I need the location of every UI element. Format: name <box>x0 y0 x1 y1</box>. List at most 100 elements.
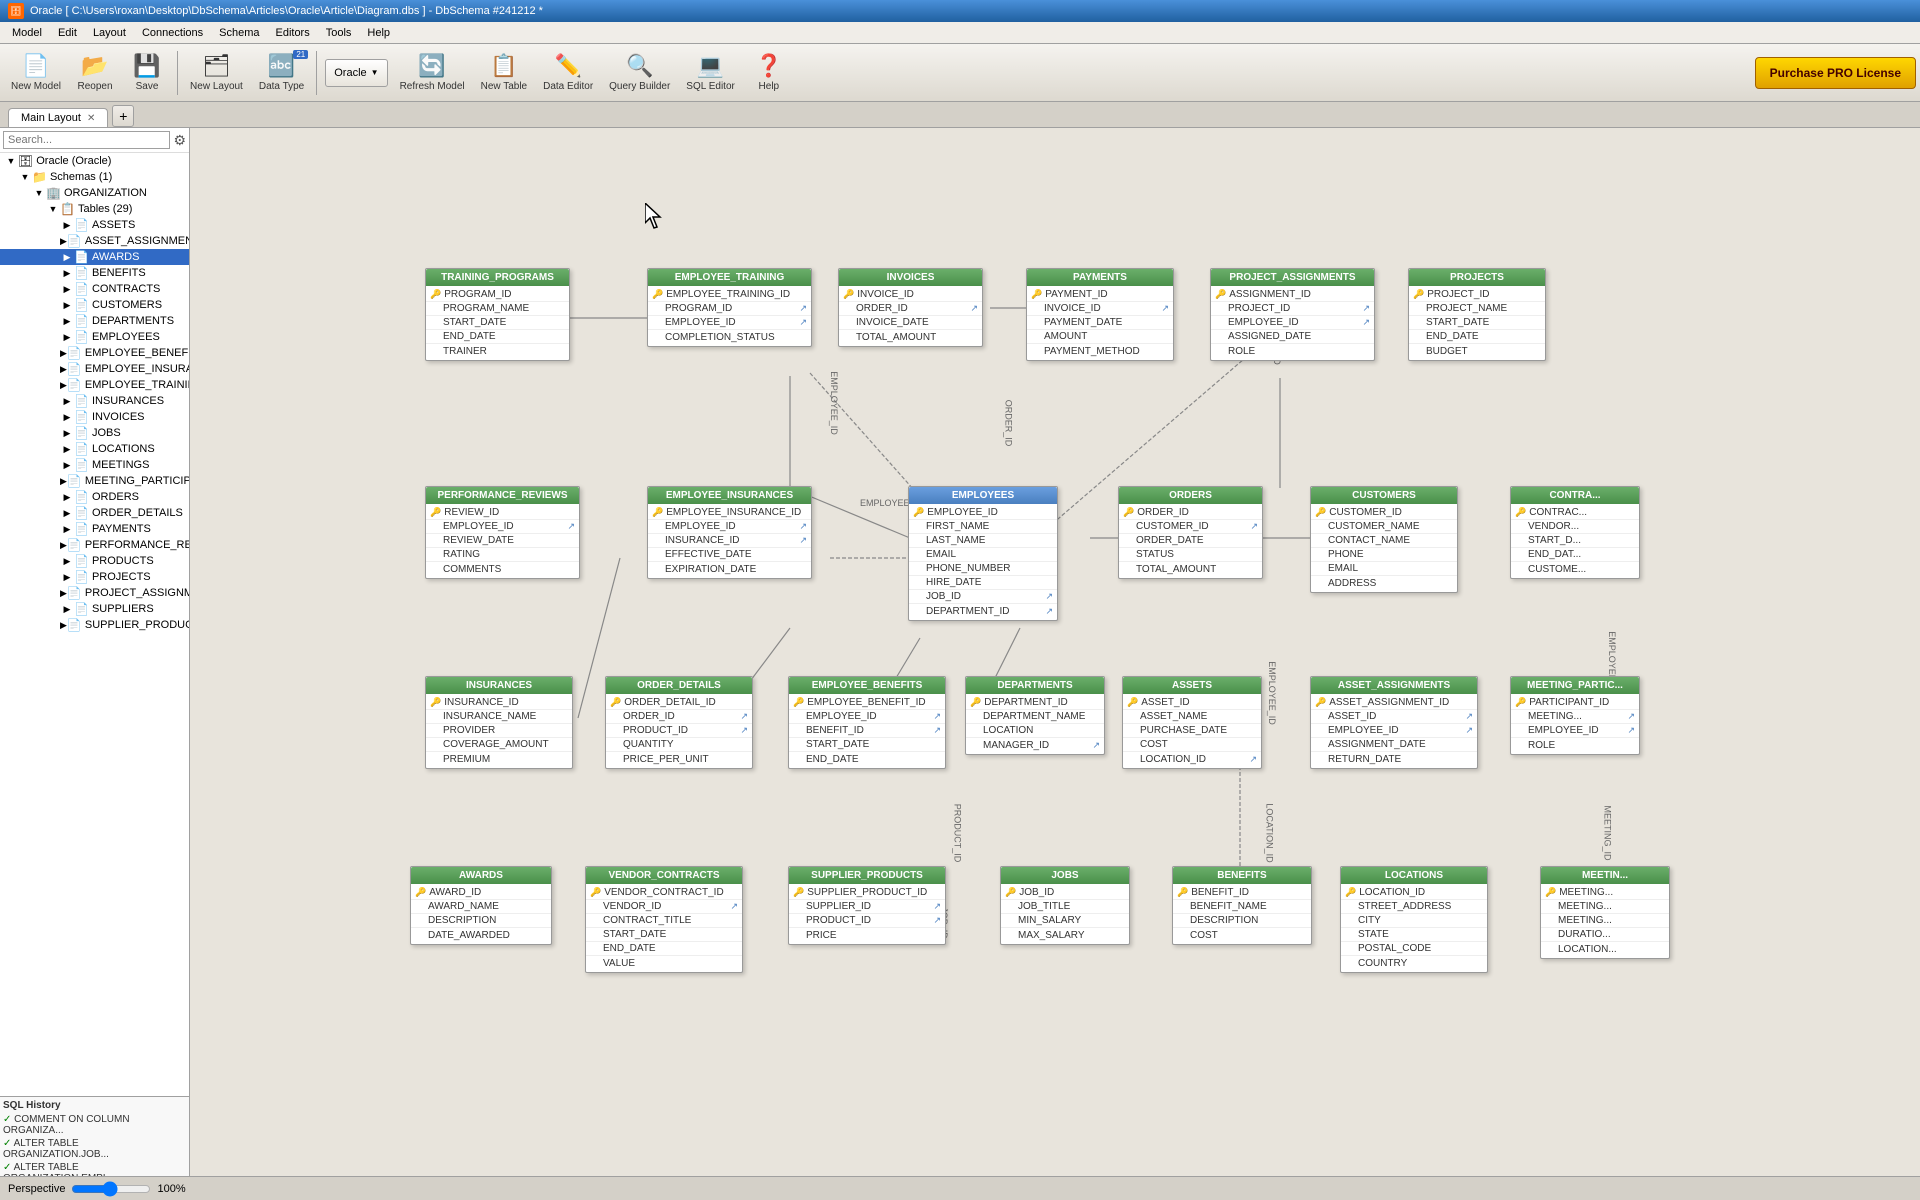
table-awards[interactable]: AWARDS 🔑AWARD_ID AWARD_NAME DESCRIPTION … <box>410 866 552 945</box>
sidebar-item-oracle[interactable]: ▼ 🗄 Oracle (Oracle) <box>0 153 189 169</box>
help-button[interactable]: ❓ Help <box>744 47 794 99</box>
table-project-assignments[interactable]: PROJECT_ASSIGNMENTS 🔑ASSIGNMENT_ID PROJE… <box>1210 268 1375 361</box>
table-benefits[interactable]: BENEFITS 🔑BENEFIT_ID BENEFIT_NAME DESCRI… <box>1172 866 1312 945</box>
sidebar-item-employee-training[interactable]: ▶ 📄 EMPLOYEE_TRAINING <box>0 377 189 393</box>
sidebar-item-schemas[interactable]: ▼ 📁 Schemas (1) <box>0 169 189 185</box>
table-locations[interactable]: LOCATIONS 🔑LOCATION_ID STREET_ADDRESS CI… <box>1340 866 1488 973</box>
table-icon: 📄 <box>74 250 89 264</box>
table-row: 🔑EMPLOYEE_TRAINING_ID <box>648 288 811 302</box>
diagram-canvas[interactable]: EMPLOYEE_ID ORDER_ID EMPLOYEE_ID EMPLOYE… <box>190 128 1920 1176</box>
sidebar-item-insurances[interactable]: ▶ 📄 INSURANCES <box>0 393 189 409</box>
new-table-button[interactable]: 📋 New Table <box>474 47 535 99</box>
menu-tools[interactable]: Tools <box>318 25 360 41</box>
table-vendor-contracts[interactable]: VENDOR_CONTRACTS 🔑VENDOR_CONTRACT_ID VEN… <box>585 866 743 973</box>
main-layout-tab[interactable]: Main Layout ✕ <box>8 108 108 127</box>
tab-close-button[interactable]: ✕ <box>87 113 95 124</box>
sidebar-item-asset-assignments[interactable]: ▶ 📄 ASSET_ASSIGNMENTS <box>0 233 189 249</box>
table-meetings[interactable]: MEETIN... 🔑MEETING... MEETING... MEETING… <box>1540 866 1670 959</box>
table-departments[interactable]: DEPARTMENTS 🔑DEPARTMENT_ID DEPARTMENT_NA… <box>965 676 1105 755</box>
table-body: 🔑EMPLOYEE_BENEFIT_ID EMPLOYEE_ID↗ BENEFI… <box>789 694 945 768</box>
sidebar-item-contracts[interactable]: ▶ 📄 CONTRACTS <box>0 281 189 297</box>
menu-layout[interactable]: Layout <box>85 25 134 41</box>
canvas-inner: EMPLOYEE_ID ORDER_ID EMPLOYEE_ID EMPLOYE… <box>190 128 1920 1176</box>
table-employee-benefits[interactable]: EMPLOYEE_BENEFITS 🔑EMPLOYEE_BENEFIT_ID E… <box>788 676 946 769</box>
sidebar-item-locations[interactable]: ▶ 📄 LOCATIONS <box>0 441 189 457</box>
menu-schema[interactable]: Schema <box>211 25 267 41</box>
new-layout-button[interactable]: 🗂 New Layout <box>183 47 250 99</box>
sidebar-item-benefits[interactable]: ▶ 📄 BENEFITS <box>0 265 189 281</box>
add-tab-button[interactable]: + <box>112 105 134 127</box>
table-invoices[interactable]: INVOICES 🔑INVOICE_ID ORDER_ID↗ INVOICE_D… <box>838 268 983 347</box>
table-order-details[interactable]: ORDER_DETAILS 🔑ORDER_DETAIL_ID ORDER_ID↗… <box>605 676 753 769</box>
sidebar-item-products[interactable]: ▶ 📄 PRODUCTS <box>0 553 189 569</box>
query-builder-button[interactable]: 🔍 Query Builder <box>602 47 677 99</box>
sidebar-item-meetings[interactable]: ▶ 📄 MEETINGS <box>0 457 189 473</box>
sidebar-item-customers[interactable]: ▶ 📄 CUSTOMERS <box>0 297 189 313</box>
data-type-button[interactable]: 🔤 Data Type 21 <box>252 47 311 99</box>
sidebar-gear-icon[interactable]: ⚙ <box>173 132 186 149</box>
table-employees[interactable]: EMPLOYEES 🔑EMPLOYEE_ID FIRST_NAME LAST_N… <box>908 486 1058 621</box>
sidebar-item-performance-reviews[interactable]: ▶ 📄 PERFORMANCE_REVIEWS <box>0 537 189 553</box>
sidebar-item-awards[interactable]: ▶ 📄 AWARDS <box>0 249 189 265</box>
sidebar-item-invoices[interactable]: ▶ 📄 INVOICES <box>0 409 189 425</box>
sidebar-item-tables[interactable]: ▼ 📋 Tables (29) <box>0 201 189 217</box>
sidebar-item-orders[interactable]: ▶ 📄 ORDERS <box>0 489 189 505</box>
oracle-dropdown-button[interactable]: Oracle ▼ <box>325 59 387 87</box>
sidebar-item-project-assignments[interactable]: ▶ 📄 PROJECT_ASSIGNMENTS <box>0 585 189 601</box>
expand-icon: ▶ <box>60 316 74 327</box>
new-model-button[interactable]: 📄 New Model <box>4 47 68 99</box>
sidebar-item-projects[interactable]: ▶ 📄 PROJECTS <box>0 569 189 585</box>
table-body: 🔑EMPLOYEE_INSURANCE_ID EMPLOYEE_ID↗ INSU… <box>648 504 811 578</box>
key-icon: 🔑 <box>1545 887 1556 898</box>
table-insurances[interactable]: INSURANCES 🔑INSURANCE_ID INSURANCE_NAME … <box>425 676 573 769</box>
table-assets[interactable]: ASSETS 🔑ASSET_ID ASSET_NAME PURCHASE_DAT… <box>1122 676 1262 769</box>
table-icon: 📄 <box>67 378 82 392</box>
fk-icon: ↗ <box>1465 725 1473 736</box>
sidebar-item-departments[interactable]: ▶ 📄 DEPARTMENTS <box>0 313 189 329</box>
table-orders[interactable]: ORDERS 🔑ORDER_ID CUSTOMER_ID↗ ORDER_DATE… <box>1118 486 1263 579</box>
data-editor-button[interactable]: ✏️ Data Editor <box>536 47 600 99</box>
sidebar-item-assets[interactable]: ▶ 📄 ASSETS <box>0 217 189 233</box>
sidebar-item-organization[interactable]: ▼ 🏢 ORGANIZATION <box>0 185 189 201</box>
sidebar-item-meeting-participants[interactable]: ▶ 📄 MEETING_PARTICIPANTS <box>0 473 189 489</box>
sidebar-search-input[interactable] <box>3 131 170 149</box>
perspective-bar: Perspective 100% <box>0 1176 1920 1200</box>
fk-icon: ↗ <box>933 901 941 912</box>
menu-help[interactable]: Help <box>359 25 398 41</box>
table-projects[interactable]: PROJECTS 🔑PROJECT_ID PROJECT_NAME START_… <box>1408 268 1546 361</box>
table-supplier-products[interactable]: SUPPLIER_PRODUCTS 🔑SUPPLIER_PRODUCT_ID S… <box>788 866 946 945</box>
table-jobs[interactable]: JOBS 🔑JOB_ID JOB_TITLE MIN_SALARY MAX_SA… <box>1000 866 1130 945</box>
menu-edit[interactable]: Edit <box>50 25 85 41</box>
table-asset-assignments[interactable]: ASSET_ASSIGNMENTS 🔑ASSET_ASSIGNMENT_ID A… <box>1310 676 1478 769</box>
menu-model[interactable]: Model <box>4 25 50 41</box>
sidebar-item-jobs[interactable]: ▶ 📄 JOBS <box>0 425 189 441</box>
menu-connections[interactable]: Connections <box>134 25 211 41</box>
sidebar-item-order-details[interactable]: ▶ 📄 ORDER_DETAILS <box>0 505 189 521</box>
sidebar-item-suppliers[interactable]: ▶ 📄 SUPPLIERS <box>0 601 189 617</box>
table-row: CUSTOMER_ID↗ <box>1119 520 1262 534</box>
table-employee-insurances[interactable]: EMPLOYEE_INSURANCES 🔑EMPLOYEE_INSURANCE_… <box>647 486 812 579</box>
sidebar-item-employees[interactable]: ▶ 📄 EMPLOYEES <box>0 329 189 345</box>
table-contracts[interactable]: CONTRA... 🔑CONTRAC... VENDOR... START_D.… <box>1510 486 1640 579</box>
reopen-button[interactable]: 📂 Reopen <box>70 47 120 99</box>
table-customers[interactable]: CUSTOMERS 🔑CUSTOMER_ID CUSTOMER_NAME CON… <box>1310 486 1458 593</box>
sql-editor-button[interactable]: 💻 SQL Editor <box>679 47 742 99</box>
purchase-pro-button[interactable]: Purchase PRO License <box>1755 57 1916 89</box>
tab-label: Main Layout <box>21 112 81 124</box>
table-row: INVOICE_DATE <box>839 316 982 330</box>
refresh-model-button[interactable]: 🔄 Refresh Model <box>393 47 472 99</box>
table-performance-reviews[interactable]: PERFORMANCE_REVIEWS 🔑REVIEW_ID EMPLOYEE_… <box>425 486 580 579</box>
sidebar-item-supplier-products[interactable]: ▶ 📄 SUPPLIER_PRODUCTS <box>0 617 189 633</box>
menu-editors[interactable]: Editors <box>267 25 317 41</box>
sidebar-item-payments[interactable]: ▶ 📄 PAYMENTS <box>0 521 189 537</box>
table-icon: 📄 <box>67 346 82 360</box>
perspective-slider[interactable] <box>71 1181 151 1197</box>
table-training-programs[interactable]: TRAINING_PROGRAMS 🔑PROGRAM_ID PROGRAM_NA… <box>425 268 570 361</box>
table-employee-training[interactable]: EMPLOYEE_TRAINING 🔑EMPLOYEE_TRAINING_ID … <box>647 268 812 347</box>
table-meeting-participants[interactable]: MEETING_PARTIC... 🔑PARTICIPANT_ID MEETIN… <box>1510 676 1640 755</box>
sidebar-item-employee-benefits[interactable]: ▶ 📄 EMPLOYEE_BENEFITS <box>0 345 189 361</box>
save-button[interactable]: 💾 Save <box>122 47 172 99</box>
table-payments[interactable]: PAYMENTS 🔑PAYMENT_ID INVOICE_ID↗ PAYMENT… <box>1026 268 1174 361</box>
sidebar-item-employee-insurances[interactable]: ▶ 📄 EMPLOYEE_INSURANCES <box>0 361 189 377</box>
table-row: END_DATE <box>1409 330 1545 344</box>
